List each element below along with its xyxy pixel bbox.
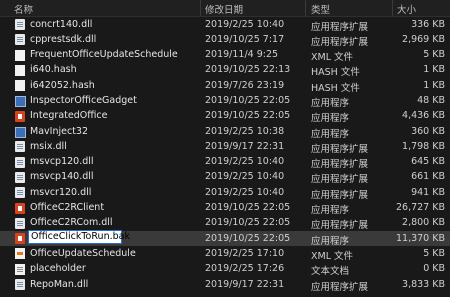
file-row[interactable]: OfficeUpdateSchedule 2019/2/25 17:10 XML 文… (0, 246, 450, 262)
file-modified-date: 2019/10/25 7:17 (205, 33, 285, 45)
file-name: concrt140.dll (30, 18, 93, 30)
exe-file-icon (15, 127, 26, 139)
file-modified-date: 2019/10/25 22:05 (205, 217, 291, 229)
text-file-icon (15, 263, 25, 275)
file-name: placeholder (30, 263, 86, 275)
file-modified-date: 2019/10/25 22:05 (205, 94, 291, 106)
file-row[interactable]: InspectorOfficeGadget 2019/10/25 22:05 应用程… (0, 93, 450, 109)
file-name: msvcp140.dll (30, 171, 94, 183)
column-header-bar: 名称 修改日期 类型 大小 (0, 0, 450, 17)
file-size: 360 KB (411, 125, 445, 137)
office-app-icon (15, 110, 25, 122)
file-size: 645 KB (411, 156, 445, 168)
file-name: i642052.hash (30, 79, 95, 91)
dll-file-icon (15, 187, 25, 199)
file-size: 5 KB (423, 247, 445, 259)
file-modified-date: 2019/9/17 22:31 (205, 278, 285, 290)
file-modified-date: 2019/10/25 22:13 (205, 64, 291, 76)
file-name: MavInject32 (30, 125, 88, 137)
file-row[interactable]: msvcp120.dll 2019/2/25 10:40 应用程序扩展 645 KB (0, 155, 450, 170)
file-name: msvcr120.dll (30, 186, 92, 198)
office-app-icon (15, 202, 25, 214)
file-row[interactable]: RepoMan.dll 2019/9/17 22:31 应用程序扩展 3,833 KB (0, 277, 450, 293)
file-row[interactable]: msix.dll 2019/9/17 22:31 应用程序扩展 1,798 KB (0, 139, 450, 155)
file-size: 1,798 KB (402, 140, 445, 152)
file-size: 26,727 KB (395, 202, 445, 214)
generic-file-icon (15, 64, 25, 76)
file-row[interactable]: concrt140.dll 2019/2/25 10:40 应用程序扩展 336 KB (0, 17, 450, 33)
file-size: 4,436 KB (402, 110, 445, 122)
file-row[interactable]: FrequentOfficeUpdateSchedule 2019/11/4 9:… (0, 48, 450, 63)
exe-file-icon (15, 96, 26, 108)
file-modified-date: 2019/2/25 10:40 (205, 18, 285, 30)
file-size: 941 KB (411, 186, 445, 198)
file-row[interactable]: MavInject32 2019/2/25 10:38 应用程序 360 KB (0, 124, 450, 140)
dll-file-icon (15, 141, 25, 153)
file-size: 2,800 KB (402, 217, 445, 229)
file-modified-date: 2019/2/25 10:40 (205, 186, 285, 198)
file-modified-date: 2019/9/17 22:31 (205, 140, 285, 152)
file-size: 661 KB (411, 171, 445, 183)
file-size: 3,833 KB (402, 278, 445, 290)
file-name: msix.dll (30, 140, 67, 152)
file-modified-date: 2019/2/25 17:26 (205, 263, 285, 275)
file-size: 11,370 KB (395, 232, 445, 244)
file-row[interactable]: OfficeClickToRun.bak 2019/10/25 22:05 应用程序… (0, 230, 450, 247)
file-size: 48 KB (417, 94, 445, 106)
rename-input[interactable]: OfficeClickToRun.bak (28, 230, 130, 245)
file-size: 0 KB (423, 263, 445, 275)
column-header-size[interactable]: 大小 (397, 2, 416, 16)
file-row[interactable]: IntegratedOffice 2019/10/25 22:05 应用程序 4,43… (0, 109, 450, 124)
dll-file-icon (15, 217, 25, 229)
xml-file-icon (15, 248, 25, 260)
file-name: OfficeC2RClient (30, 202, 105, 214)
column-header-date[interactable]: 修改日期 (205, 2, 243, 16)
file-name: msvcp120.dll (30, 156, 94, 168)
dll-file-icon (15, 34, 25, 46)
file-name: OfficeUpdateSchedule (30, 247, 136, 259)
generic-file-icon (15, 49, 25, 61)
file-size: 5 KB (423, 49, 445, 61)
file-name: OfficeC2RCom.dll (30, 217, 113, 229)
column-divider[interactable] (305, 0, 306, 16)
column-divider[interactable] (200, 0, 201, 16)
dll-file-icon (15, 156, 25, 168)
file-row[interactable]: i640.hash 2019/10/25 22:13 HASH 文件 1 KB (0, 63, 450, 78)
file-modified-date: 2019/10/25 22:05 (205, 232, 291, 244)
file-modified-date: 2019/2/25 10:40 (205, 171, 285, 183)
file-size: 2,969 KB (402, 33, 445, 45)
file-row[interactable]: OfficeC2RCom.dll 2019/10/25 22:05 应用程序扩展 2,… (0, 216, 450, 231)
file-modified-date: 2019/2/25 10:40 (205, 156, 285, 168)
file-name: cpprestsdk.dll (30, 33, 97, 45)
file-modified-date: 2019/2/25 17:10 (205, 247, 285, 259)
file-name: i640.hash (30, 64, 77, 76)
file-name: InspectorOfficeGadget (30, 94, 137, 106)
file-modified-date: 2019/11/4 9:25 (205, 49, 279, 61)
file-modified-date: 2019/10/25 22:05 (205, 110, 291, 122)
file-row[interactable]: OfficeC2RClient 2019/10/25 22:05 应用程序 26,72… (0, 201, 450, 216)
file-name: RepoMan.dll (30, 278, 89, 290)
file-name: FrequentOfficeUpdateSchedule (30, 49, 178, 61)
file-modified-date: 2019/10/25 22:05 (205, 202, 291, 214)
column-header-type[interactable]: 类型 (311, 2, 330, 16)
dll-file-icon (15, 19, 25, 30)
file-size: 1 KB (423, 64, 445, 76)
file-row[interactable]: msvcp140.dll 2019/2/25 10:40 应用程序扩展 661 KB (0, 170, 450, 185)
file-size: 336 KB (411, 18, 445, 30)
file-row[interactable]: i642052.hash 2019/7/26 23:19 HASH 文件 1 KB (0, 78, 450, 94)
file-row[interactable]: cpprestsdk.dll 2019/10/25 7:17 应用程序扩展 2,969… (0, 32, 450, 48)
column-header-name[interactable]: 名称 (14, 2, 33, 16)
file-size: 1 KB (423, 79, 445, 91)
file-modified-date: 2019/2/25 10:38 (205, 125, 285, 137)
column-divider[interactable] (392, 0, 393, 16)
file-row[interactable]: msvcr120.dll 2019/2/25 10:40 应用程序扩展 941 KB (0, 185, 450, 201)
generic-file-icon (15, 80, 25, 92)
dll-file-icon (15, 279, 25, 291)
file-list: concrt140.dll 2019/2/25 10:40 应用程序扩展 336 KB… (0, 17, 450, 293)
office-app-icon (15, 233, 25, 245)
file-row[interactable]: placeholder 2019/2/25 17:26 文本文档 0 KB (0, 262, 450, 277)
file-modified-date: 2019/7/26 23:19 (205, 79, 285, 91)
dll-file-icon (15, 171, 25, 183)
file-name: IntegratedOffice (30, 110, 108, 122)
